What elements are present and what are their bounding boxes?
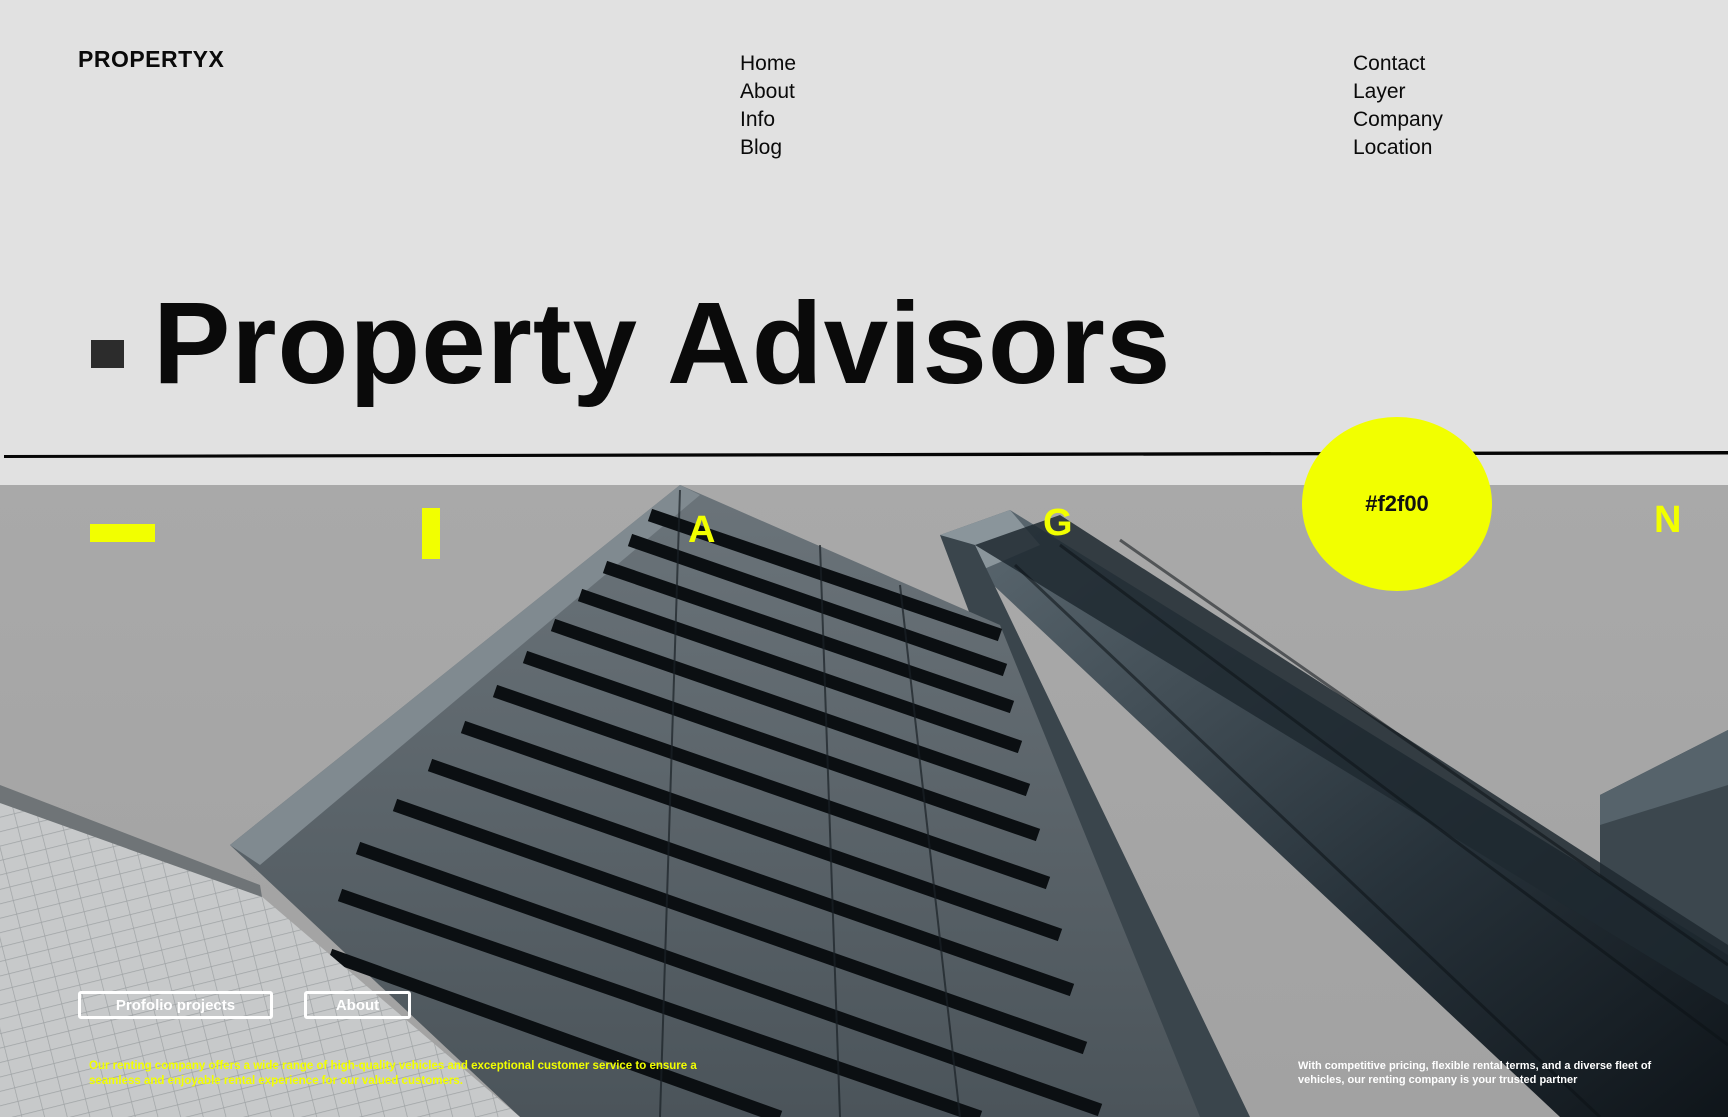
accent-dash xyxy=(90,524,155,542)
color-swatch-circle[interactable]: #f2f00 xyxy=(1302,417,1492,591)
footer-description-right: With competitive pricing, flexible renta… xyxy=(1298,1060,1652,1086)
portfolio-projects-button[interactable]: Profolio projects xyxy=(78,991,273,1019)
nav-link-location[interactable]: Location xyxy=(1353,134,1443,162)
accent-letter-n: N xyxy=(1654,499,1682,541)
footer-description-left: Our renting company offers a wide range … xyxy=(89,1060,697,1087)
page-title: Property Advisors xyxy=(153,278,1172,408)
accent-letter-a: A xyxy=(688,509,716,551)
hero-building-image xyxy=(0,485,1728,1117)
nav-link-blog[interactable]: Blog xyxy=(740,134,796,162)
nav-link-info[interactable]: Info xyxy=(740,106,796,134)
nav-link-contact[interactable]: Contact xyxy=(1353,50,1443,78)
nav-link-home[interactable]: Home xyxy=(740,50,796,78)
building-illustration xyxy=(0,485,1728,1117)
nav-column-primary: Home About Info Blog xyxy=(740,50,796,162)
nav-column-secondary: Contact Layer Company Location xyxy=(1353,50,1443,162)
nav-link-layer[interactable]: Layer xyxy=(1353,78,1443,106)
title-bullet-square xyxy=(91,340,124,368)
about-button[interactable]: About xyxy=(304,991,411,1019)
color-swatch-label: #f2f00 xyxy=(1365,491,1429,516)
brand-logo[interactable]: PROPERTYX xyxy=(78,46,224,73)
nav-link-about[interactable]: About xyxy=(740,78,796,106)
accent-letter-g: G xyxy=(1043,502,1073,544)
nav-link-company[interactable]: Company xyxy=(1353,106,1443,134)
accent-bar xyxy=(422,508,440,559)
